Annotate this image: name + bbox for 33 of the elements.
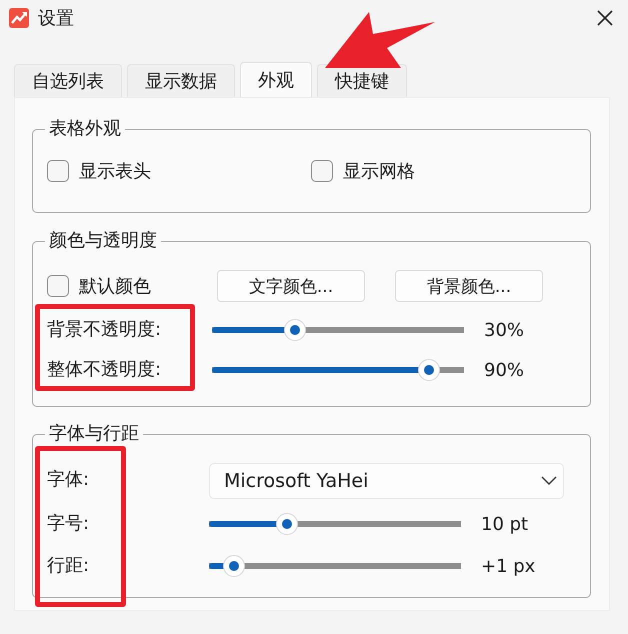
checkbox-label[interactable]: 显示网格	[343, 159, 415, 183]
checkbox[interactable]	[47, 160, 69, 182]
tab[interactable]: 外观	[240, 62, 312, 97]
slider-value: 10 pt	[480, 514, 530, 534]
group-title: 颜色与透明度	[48, 229, 158, 253]
slider-value: +1 px	[480, 556, 536, 576]
color-button[interactable]: 文字颜色...	[217, 270, 365, 302]
slider-thumb[interactable]	[223, 555, 246, 577]
tab[interactable]: 自选列表	[14, 64, 122, 97]
field-label: 字号:	[47, 512, 90, 536]
field-label: 字体:	[47, 468, 90, 492]
chevron-down-icon	[541, 476, 557, 486]
checkbox[interactable]	[311, 160, 333, 182]
slider-value: 30%	[483, 320, 526, 340]
app-icon	[8, 7, 30, 29]
checkbox-label[interactable]: 默认颜色	[79, 274, 151, 298]
field-label: 背景不透明度:	[47, 318, 162, 342]
slider-value: 90%	[483, 360, 526, 380]
slider-thumb[interactable]	[284, 319, 306, 341]
color-button[interactable]: 背景颜色...	[395, 270, 543, 302]
tab[interactable]: 显示数据	[127, 64, 235, 97]
slider-thumb[interactable]	[276, 513, 298, 535]
group-title: 字体与行距	[48, 422, 140, 446]
close-icon	[596, 9, 614, 27]
checkbox[interactable]	[47, 275, 69, 297]
tab[interactable]: 快捷键	[317, 64, 407, 97]
field-label: 整体不透明度:	[47, 358, 162, 382]
group-title: 表格外观	[48, 117, 122, 141]
checkbox-label[interactable]: 显示表头	[79, 159, 151, 183]
window-title: 设置	[38, 7, 75, 30]
field-label: 行距:	[47, 554, 90, 578]
font-dropdown[interactable]: Microsoft YaHei	[209, 463, 564, 499]
slider-thumb[interactable]	[418, 359, 440, 381]
